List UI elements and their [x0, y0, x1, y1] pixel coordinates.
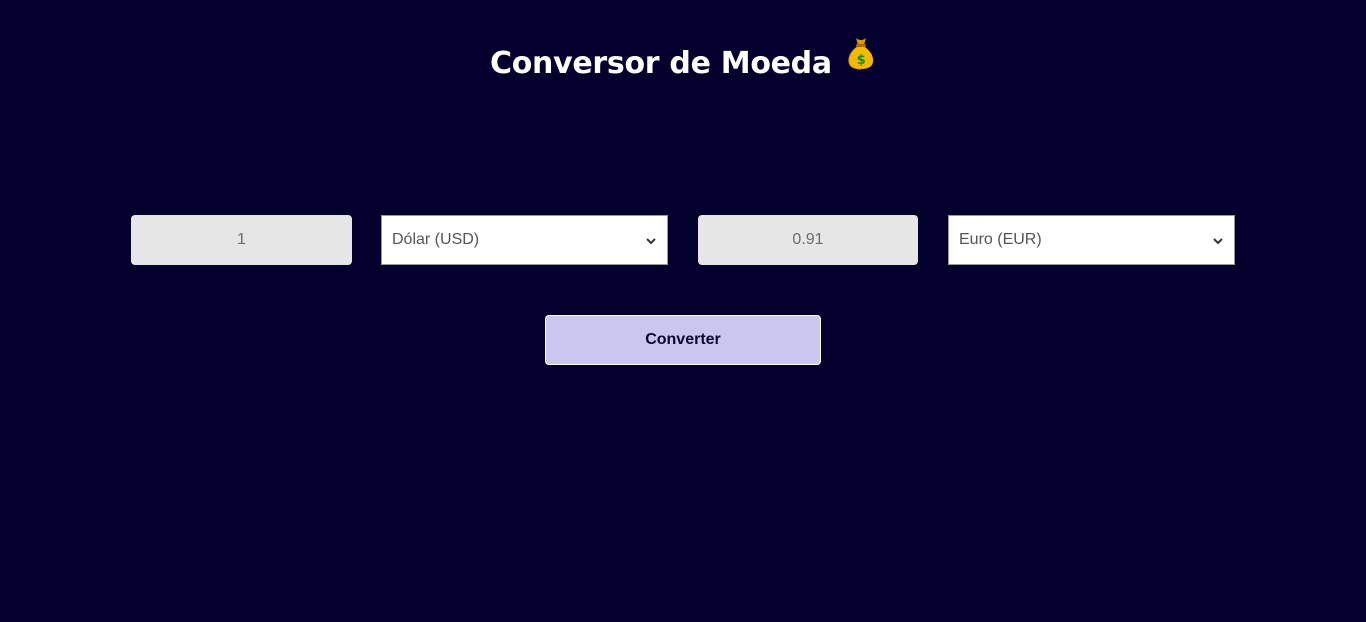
to-currency-select[interactable]: Euro (EUR) — [948, 215, 1235, 265]
chevron-down-icon — [1212, 234, 1224, 246]
converter-page: Conversor de Moeda $ Dólar (USD) Euro (E… — [0, 0, 1366, 622]
to-amount-input[interactable] — [698, 215, 918, 265]
convert-button[interactable]: Converter — [545, 315, 821, 365]
to-currency-value: Euro (EUR) — [959, 231, 1042, 248]
chevron-down-icon — [645, 234, 657, 246]
from-currency-select[interactable]: Dólar (USD) — [381, 215, 668, 265]
money-bag-icon: $ — [846, 36, 876, 85]
svg-text:$: $ — [857, 53, 866, 68]
from-currency-value: Dólar (USD) — [392, 231, 480, 248]
page-title-text: Conversor de Moeda — [490, 46, 832, 81]
page-title: Conversor de Moeda $ — [0, 38, 1366, 89]
from-amount-input[interactable] — [131, 215, 352, 265]
